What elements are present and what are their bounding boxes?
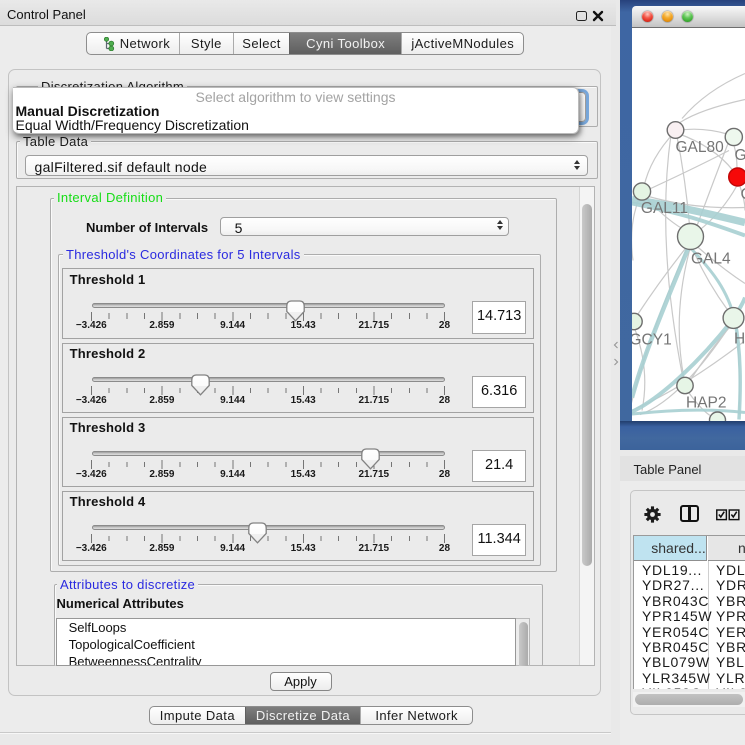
svg-text:GCY1: GCY1 [632, 331, 672, 348]
svg-text:GAL11: GAL11 [641, 200, 688, 217]
svg-text:GAL80: GAL80 [676, 139, 725, 156]
svg-text:GA.: GA. [735, 147, 745, 164]
svg-text:HIS4: HIS4 [734, 330, 745, 347]
svg-text:CD: CD [741, 186, 745, 203]
svg-text:GAL4: GAL4 [691, 250, 731, 267]
svg-text:HAP2: HAP2 [686, 394, 727, 411]
